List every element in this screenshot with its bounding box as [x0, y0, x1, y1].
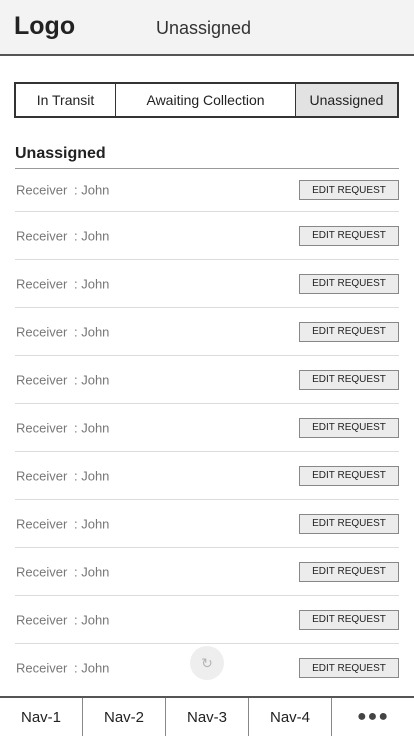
list-item: Receiver : John EDIT REQUEST: [15, 169, 399, 212]
list-item: Receiver : John EDIT REQUEST: [15, 308, 399, 356]
app-screen: Logo Unassigned In Transit Awaiting Coll…: [0, 0, 414, 736]
receiver-value: : John: [74, 420, 110, 435]
receiver-value: : John: [74, 516, 110, 531]
receiver-label: Receiver: [16, 612, 68, 627]
list-item: Receiver : John EDIT REQUEST: [15, 212, 399, 260]
edit-request-button[interactable]: EDIT REQUEST: [299, 561, 399, 582]
receiver-label: Receiver: [16, 372, 68, 387]
receiver-label: Receiver: [16, 564, 68, 579]
list-item: Receiver : John EDIT REQUEST: [15, 500, 399, 548]
loading-spinner: ↻: [190, 646, 224, 680]
receiver-value: : John: [74, 324, 110, 339]
receiver-value: : John: [74, 276, 110, 291]
receiver-value: : John: [74, 372, 110, 387]
refresh-icon: ↻: [201, 654, 213, 671]
receiver-label: Receiver: [16, 420, 68, 435]
page-title: Unassigned: [156, 18, 252, 38]
receiver-value: : John: [74, 660, 110, 676]
receiver-value: : John: [74, 564, 110, 579]
edit-request-button[interactable]: EDIT REQUEST: [299, 513, 399, 534]
edit-request-button[interactable]: EDIT REQUEST: [299, 369, 399, 390]
receiver-value: : John: [74, 612, 110, 627]
edit-request-button[interactable]: EDIT REQUEST: [299, 321, 399, 342]
list-item: Receiver : John EDIT REQUEST: [15, 596, 399, 644]
bottom-nav: Nav-1 Nav-2 Nav-3 Nav-4 ●●●: [0, 696, 414, 736]
edit-request-button[interactable]: EDIT REQUEST: [299, 273, 399, 294]
receiver-text: Receiver : John: [16, 468, 109, 483]
nav-label: Nav-4: [269, 708, 310, 726]
section-title: Unassigned: [15, 145, 106, 162]
nav-label: Nav-2: [103, 708, 144, 726]
list-item: Receiver : John EDIT REQUEST: [15, 452, 399, 500]
tab-label: Awaiting Collection: [146, 92, 265, 108]
receiver-text: Receiver : John: [16, 372, 109, 387]
tab-label: Unassigned: [309, 92, 384, 108]
receiver-text: Receiver : John: [16, 612, 109, 627]
logo[interactable]: Logo: [14, 12, 75, 41]
receiver-text: Receiver : John: [16, 276, 109, 291]
receiver-text: Receiver : John: [16, 420, 109, 435]
edit-request-button[interactable]: EDIT REQUEST: [299, 417, 399, 438]
nav-item-more[interactable]: ●●●: [332, 698, 414, 736]
nav-item-4[interactable]: Nav-4: [249, 698, 332, 736]
receiver-label: Receiver: [16, 276, 68, 291]
tab-label: In Transit: [36, 92, 95, 108]
receiver-label: Receiver: [16, 468, 68, 483]
edit-request-button[interactable]: EDIT REQUEST: [299, 658, 399, 678]
receiver-value: : John: [74, 468, 110, 483]
list-item: Receiver : John EDIT REQUEST: [15, 260, 399, 308]
tab-in-transit[interactable]: In Transit: [16, 84, 116, 116]
tab-bar: In Transit Awaiting Collection Unassigne…: [14, 82, 399, 118]
receiver-label: Receiver: [16, 228, 68, 243]
app-header: Logo Unassigned: [0, 0, 414, 56]
nav-label: Nav-3: [186, 708, 227, 726]
edit-request-button[interactable]: EDIT REQUEST: [299, 609, 399, 630]
receiver-text: Receiver : John: [16, 324, 109, 339]
list-item: Receiver : John EDIT REQUEST: [15, 356, 399, 404]
edit-request-button[interactable]: EDIT REQUEST: [299, 180, 399, 200]
nav-item-3[interactable]: Nav-3: [166, 698, 249, 736]
receiver-label: Receiver: [16, 516, 68, 531]
receiver-value: : John: [74, 228, 110, 243]
receiver-text: Receiver : John: [16, 564, 109, 579]
nav-item-2[interactable]: Nav-2: [83, 698, 166, 736]
receiver-label: Receiver: [16, 324, 68, 339]
receiver-value: : John: [74, 182, 110, 198]
nav-label: Nav-1: [20, 708, 61, 726]
receiver-label: Receiver: [16, 182, 68, 198]
list-item: Receiver : John EDIT REQUEST: [15, 404, 399, 452]
receiver-text: Receiver : John: [16, 183, 109, 198]
list-item: Receiver : John EDIT REQUEST: [15, 548, 399, 596]
nav-item-1[interactable]: Nav-1: [0, 698, 83, 736]
receiver-label: Receiver: [16, 660, 68, 676]
request-list: Receiver : John EDIT REQUEST Receiver : Jo…: [15, 169, 399, 692]
tab-unassigned[interactable]: Unassigned: [296, 84, 397, 116]
edit-request-button[interactable]: EDIT REQUEST: [299, 225, 399, 246]
receiver-text: Receiver : John: [16, 228, 109, 243]
edit-request-button[interactable]: EDIT REQUEST: [299, 465, 399, 486]
receiver-text: Receiver : John: [16, 516, 109, 531]
tab-awaiting-collection[interactable]: Awaiting Collection: [116, 84, 296, 116]
receiver-text: Receiver : John: [16, 661, 109, 676]
more-icon: ●●●: [357, 708, 389, 725]
